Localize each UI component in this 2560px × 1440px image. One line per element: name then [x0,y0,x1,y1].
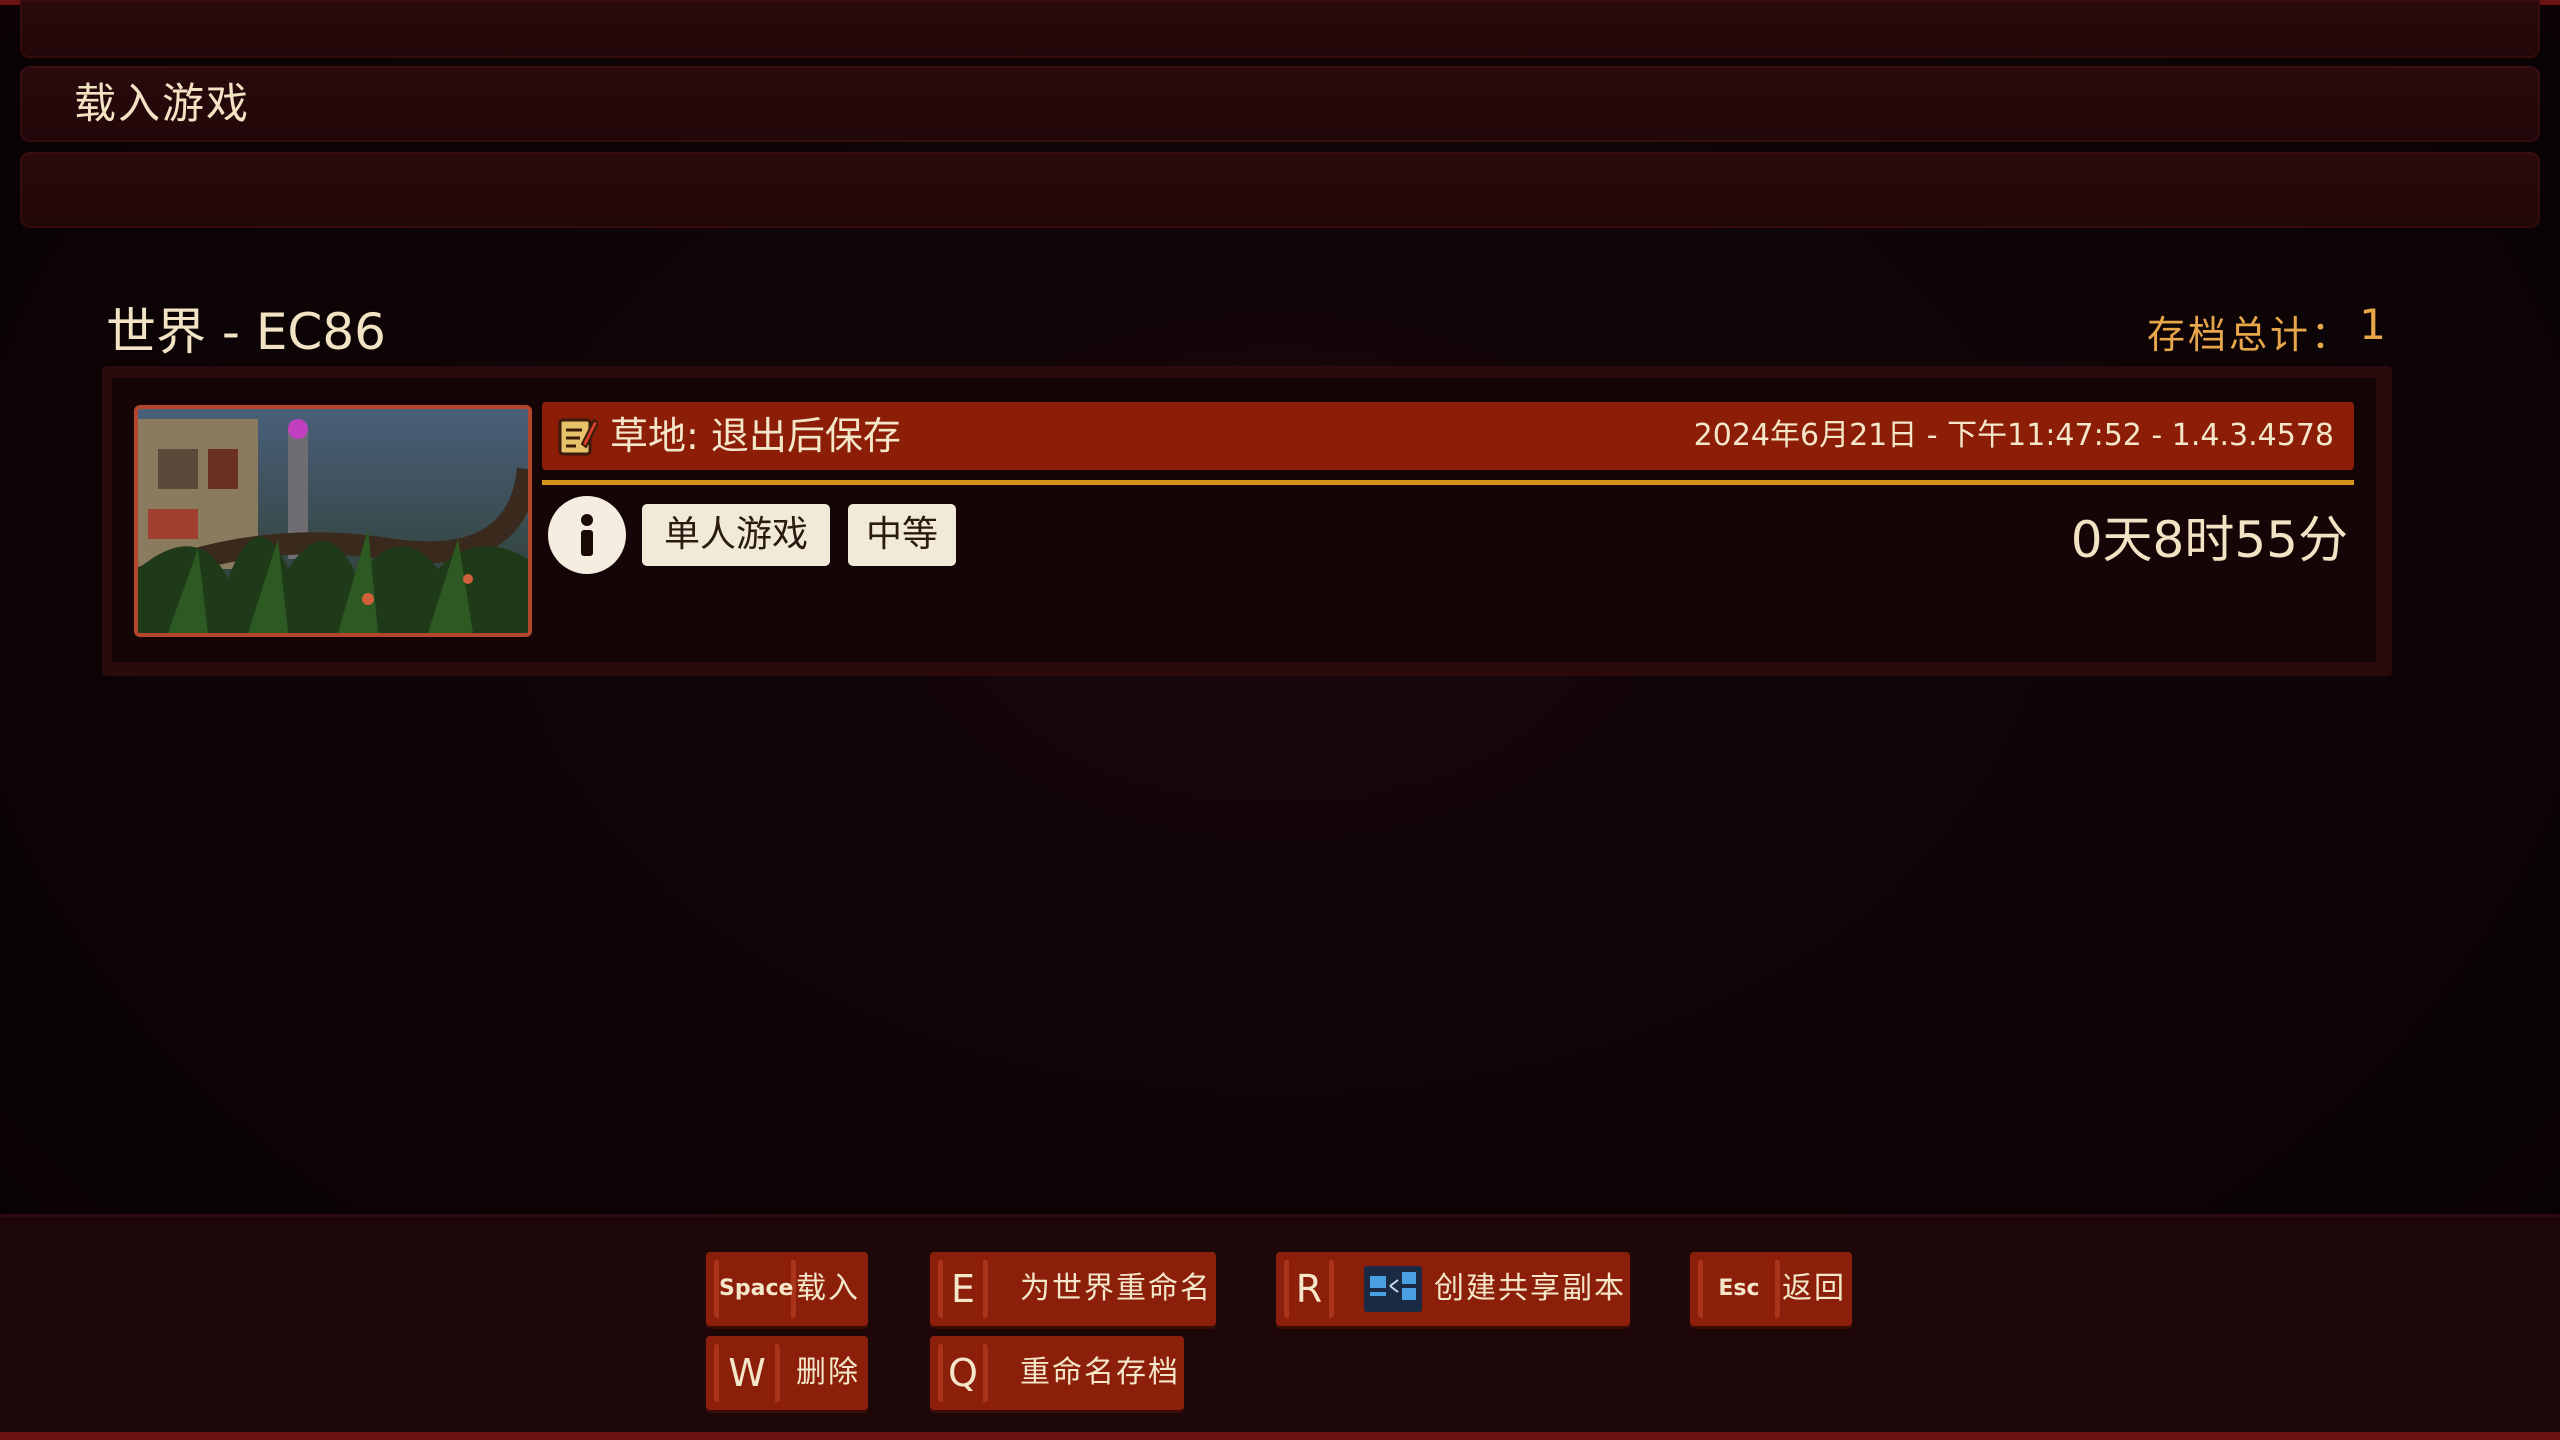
save-thumbnail [134,405,532,637]
rename-save-button[interactable]: Q 重命名存档 [930,1336,1184,1410]
save-date-version: 2024年6月21日 - 下午11:47:52 - 1.4.3.4578 [1693,418,2334,453]
delete-label: 删除 [796,1355,860,1390]
empty-band [20,152,2540,228]
share-icon [1364,1266,1422,1312]
create-share-copy-button[interactable]: R 创建共享副本 [1276,1252,1630,1326]
rename-save-label: 重命名存档 [1020,1355,1180,1390]
info-button[interactable] [548,496,626,574]
top-band [20,0,2540,58]
difficulty-tag: 中等 [848,504,956,566]
info-icon [581,514,593,556]
save-header-bar[interactable]: 草地: 退出后保存 2024年6月21日 - 下午11:47:52 - 1.4.… [542,402,2354,470]
save-count-value: 1 [2359,300,2386,349]
page-title: 载入游戏 [74,79,251,128]
title-band [20,66,2540,142]
game-mode-tag: 单人游戏 [642,504,830,566]
playtime: 0天8时55分 [2070,511,2348,569]
rename-world-label: 为世界重命名 [1020,1271,1212,1306]
header-divider [542,480,2354,485]
load-game-screen: 载入游戏 世界 - EC86 存档总计： 1 草地: 退出后保存 2024年6月… [0,0,2560,1440]
save-count-label: 存档总计： [2146,313,2352,357]
back-label: 返回 [1782,1271,1846,1306]
e-key-icon: E [938,1260,988,1318]
delete-button[interactable]: W 删除 [706,1336,868,1410]
esc-key-icon: Esc [1698,1260,1780,1318]
q-key-icon: Q [938,1344,988,1402]
load-button[interactable]: Space 载入 [706,1252,868,1326]
bottom-border [0,1432,2560,1440]
space-key-icon: Space [714,1260,796,1318]
create-share-copy-label: 创建共享副本 [1434,1271,1626,1306]
w-key-icon: W [714,1344,780,1402]
r-key-icon: R [1284,1260,1334,1318]
back-button[interactable]: Esc 返回 [1690,1252,1852,1326]
footer-bar [0,1214,2560,1440]
save-name: 草地: 退出后保存 [610,414,901,458]
save-thumbnail-image [138,409,528,633]
rename-world-button[interactable]: E 为世界重命名 [930,1252,1216,1326]
world-title: 世界 - EC86 [106,303,386,361]
note-icon [558,418,598,456]
load-label: 载入 [796,1271,860,1306]
